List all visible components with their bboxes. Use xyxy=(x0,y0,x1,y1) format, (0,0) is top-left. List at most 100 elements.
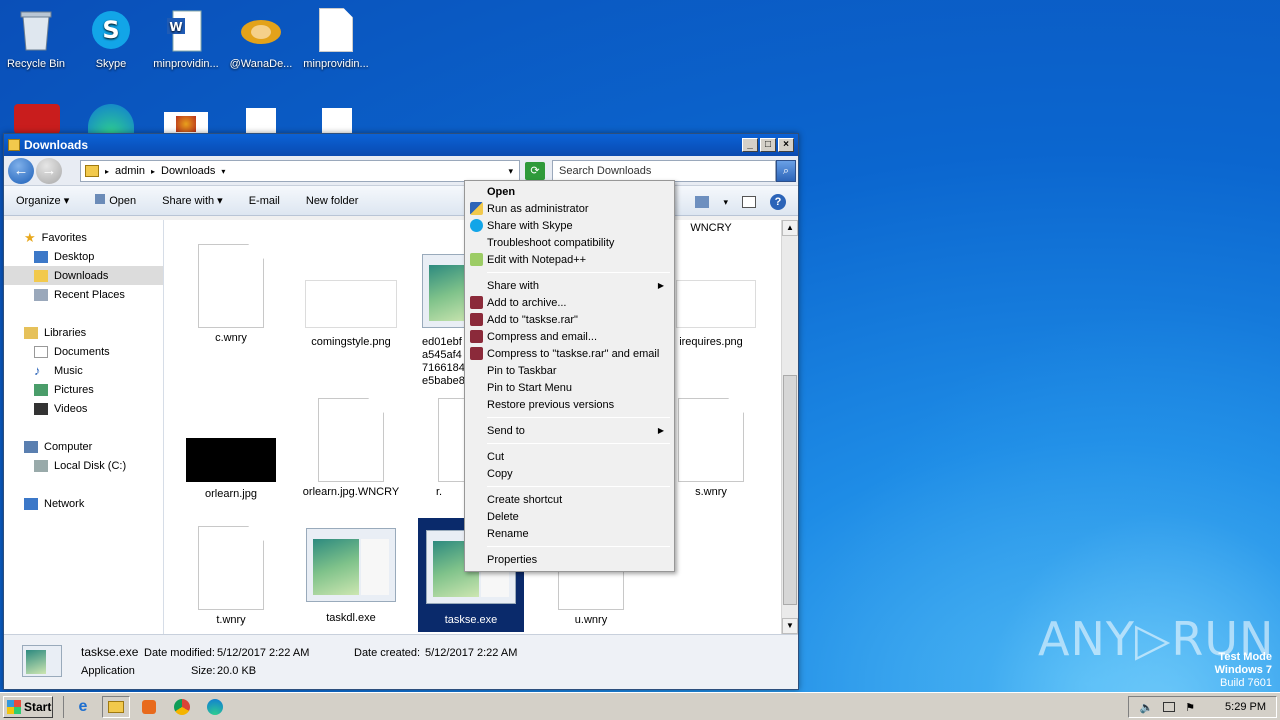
back-button[interactable]: ← xyxy=(8,157,34,184)
file-item[interactable]: t.wnry xyxy=(176,526,286,626)
help-icon[interactable]: ? xyxy=(770,194,786,210)
desktop-icon-word-doc[interactable]: W minprovidin... xyxy=(146,8,226,70)
desktop-icon-blank-doc[interactable]: minprovidin... xyxy=(296,8,376,70)
desktop-icon-skype[interactable]: S Skype xyxy=(71,8,151,70)
file-item[interactable]: orlearn.jpg xyxy=(176,398,286,500)
menu-label: Copy xyxy=(487,467,513,480)
menu-label: Rename xyxy=(487,527,529,540)
menu-item-troubleshoot[interactable]: Troubleshoot compatibility xyxy=(467,234,672,251)
scroll-up-icon[interactable]: ▲ xyxy=(782,220,798,236)
search-input[interactable]: Search Downloads xyxy=(552,160,776,182)
breadcrumb-downloads[interactable]: Downloads xyxy=(161,165,215,177)
menu-separator xyxy=(487,272,670,273)
desktop-icon-wanadecryptor[interactable]: @WanaDe... xyxy=(221,8,301,70)
menu-item-compress-email[interactable]: Compress and email... xyxy=(467,328,672,345)
ie-icon[interactable]: e xyxy=(69,696,97,718)
menu-item-share-skype[interactable]: Share with Skype xyxy=(467,217,672,234)
media-player-icon[interactable] xyxy=(135,696,163,718)
forward-button[interactable]: → xyxy=(36,157,62,184)
nav-pictures[interactable]: Pictures xyxy=(4,380,163,399)
flag-icon[interactable]: ⚑ xyxy=(1185,701,1195,714)
network-icon xyxy=(24,497,38,510)
menu-item-properties[interactable]: Properties xyxy=(467,551,672,568)
change-view-icon[interactable] xyxy=(695,196,710,208)
start-label: Start xyxy=(24,699,52,714)
address-bar[interactable]: ▸ admin ▸ Downloads ▾ ▾ xyxy=(80,160,520,182)
menu-item-notepad[interactable]: Edit with Notepad++ xyxy=(467,251,672,268)
menu-label: Run as administrator xyxy=(487,202,589,215)
nav-desktop[interactable]: Desktop xyxy=(4,247,163,266)
menu-item-share-with[interactable]: Share with ▶ xyxy=(467,277,672,294)
maximize-button[interactable]: □ xyxy=(760,138,776,152)
edge-icon[interactable] xyxy=(88,104,134,134)
share-with-button[interactable]: Share with ▾ xyxy=(156,191,229,210)
desktop-icon-recycle-bin[interactable]: Recycle Bin xyxy=(0,8,76,70)
menu-item-add-rar[interactable]: Add to "taskse.rar" xyxy=(467,311,672,328)
menu-item-pin-taskbar[interactable]: Pin to Taskbar xyxy=(467,362,672,379)
recent-places-icon xyxy=(34,288,48,301)
nav-downloads[interactable]: Downloads xyxy=(4,266,163,285)
file-label: comingstyle.png xyxy=(311,336,391,348)
edge-taskbar-icon[interactable] xyxy=(201,696,229,718)
menu-item-cut[interactable]: Cut xyxy=(467,448,672,465)
start-button[interactable]: Start xyxy=(3,695,53,718)
menu-item-open[interactable]: Open xyxy=(467,183,672,200)
watermark-line: Windows 7 xyxy=(1214,664,1272,676)
file-item[interactable]: taskdl.exe xyxy=(296,518,406,624)
picture-icon[interactable] xyxy=(164,112,208,134)
scroll-down-icon[interactable]: ▼ xyxy=(782,618,798,634)
acrobat-icon[interactable] xyxy=(14,104,60,134)
nav-network[interactable]: Network xyxy=(4,494,163,513)
breadcrumb-admin[interactable]: admin xyxy=(115,165,145,177)
refresh-button[interactable]: ⟳ xyxy=(525,162,545,180)
blank-document-icon[interactable] xyxy=(322,108,352,134)
organize-button[interactable]: Organize ▾ xyxy=(10,191,75,210)
nav-documents[interactable]: Documents xyxy=(4,342,163,361)
file-item[interactable]: orlearn.jpg.WNCRY xyxy=(296,398,406,498)
blank-document-icon[interactable] xyxy=(246,108,276,134)
scroll-thumb[interactable] xyxy=(783,375,797,605)
file-item[interactable]: c.wnry xyxy=(176,244,286,344)
title-bar[interactable]: Downloads _ □ × xyxy=(4,134,798,156)
clock[interactable]: 5:29 PM xyxy=(1225,701,1266,713)
chevron-down-icon[interactable]: ▾ xyxy=(723,197,728,208)
app-file-icon xyxy=(306,528,396,602)
explorer-taskbar-icon[interactable] xyxy=(102,695,130,718)
nav-local-disk[interactable]: Local Disk (C:) xyxy=(4,456,163,475)
shield-icon xyxy=(470,202,483,215)
search-icon[interactable]: ⌕ xyxy=(776,160,796,182)
menu-item-run-as-admin[interactable]: Run as administrator xyxy=(467,200,672,217)
nav-computer[interactable]: Computer xyxy=(4,437,163,456)
nav-favorites[interactable]: ★ Favorites xyxy=(4,228,163,247)
menu-item-rename[interactable]: Rename xyxy=(467,525,672,542)
menu-item-copy[interactable]: Copy xyxy=(467,465,672,482)
nav-music[interactable]: ♪ Music xyxy=(4,361,163,380)
minimize-button[interactable]: _ xyxy=(742,138,758,152)
computer-icon xyxy=(24,440,38,453)
nav-recent-places[interactable]: Recent Places xyxy=(4,285,163,304)
videos-icon xyxy=(34,402,48,415)
file-item[interactable]: comingstyle.png xyxy=(296,244,406,348)
close-button[interactable]: × xyxy=(778,138,794,152)
submenu-arrow-icon: ▶ xyxy=(657,426,664,435)
email-button[interactable]: E-mail xyxy=(243,192,286,210)
content-area: ★ Favorites Desktop Downloads Recent Plac… xyxy=(4,220,798,634)
network-tray-icon[interactable] xyxy=(1163,702,1176,712)
new-folder-button[interactable]: New folder xyxy=(300,192,365,210)
menu-item-restore[interactable]: Restore previous versions xyxy=(467,396,672,413)
vertical-scrollbar[interactable]: ▲ ▼ xyxy=(781,220,798,634)
menu-item-compress-rar-email[interactable]: Compress to "taskse.rar" and email xyxy=(467,345,672,362)
nav-libraries[interactable]: Libraries xyxy=(4,323,163,342)
chrome-icon[interactable] xyxy=(168,696,196,718)
menu-item-pin-start[interactable]: Pin to Start Menu xyxy=(467,379,672,396)
preview-pane-icon[interactable] xyxy=(742,196,756,208)
nav-videos[interactable]: Videos xyxy=(4,399,163,418)
menu-item-create-shortcut[interactable]: Create shortcut xyxy=(467,491,672,508)
volume-icon[interactable]: 🔈 xyxy=(1139,701,1153,714)
menu-item-add-archive[interactable]: Add to archive... xyxy=(467,294,672,311)
menu-label: Delete xyxy=(487,510,519,523)
menu-item-send-to[interactable]: Send to ▶ xyxy=(467,422,672,439)
open-button[interactable]: Open xyxy=(89,191,142,210)
menu-item-delete[interactable]: Delete xyxy=(467,508,672,525)
address-dropdown-icon[interactable]: ▾ xyxy=(508,166,513,177)
